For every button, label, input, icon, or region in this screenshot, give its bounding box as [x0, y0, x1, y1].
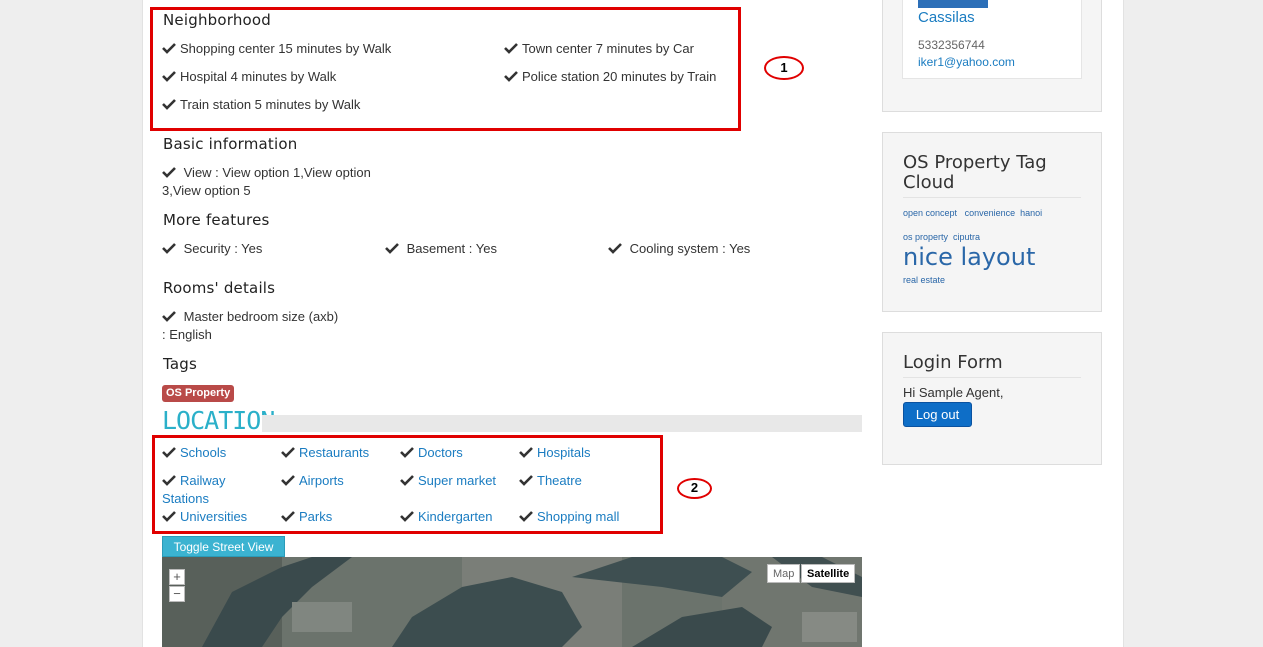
tags-heading: Tags — [163, 355, 198, 373]
room-detail-line: Master bedroom size (axb) — [162, 309, 338, 324]
rooms-details-heading: Rooms' details — [163, 279, 276, 297]
annotation-box-1 — [150, 7, 741, 131]
checkmark-icon — [162, 167, 176, 178]
feature-item: Security : Yes — [162, 241, 262, 256]
agent-email-link[interactable]: iker1@yahoo.com — [918, 55, 1015, 69]
tag-cloud-title: OS Property Tag Cloud — [903, 152, 1047, 193]
tag-os-property[interactable]: os property — [903, 232, 948, 242]
tag-nice-layout[interactable]: nice layout — [903, 243, 1035, 271]
view-option-line-2: 3,View option 5 — [162, 183, 251, 198]
zoom-in-button[interactable]: + — [169, 569, 185, 585]
checkmark-icon — [162, 243, 176, 254]
zoom-out-button[interactable]: − — [169, 586, 185, 602]
view-option-line: View : View option 1,View option — [162, 165, 371, 180]
location-heading: LOCATION — [162, 406, 275, 435]
tag-cloud-panel: OS Property Tag Cloud open concept conve… — [882, 132, 1102, 312]
tag-convenience[interactable]: convenience — [965, 208, 1016, 218]
map-type-satellite-button[interactable]: Satellite — [801, 564, 856, 583]
tag-hanoi[interactable]: hanoi — [1020, 208, 1042, 218]
login-form-title: Login Form — [903, 352, 1003, 373]
tag-cloud-row-2: os property ciputra — [903, 232, 980, 242]
location-heading-bar — [262, 415, 862, 432]
logout-button[interactable]: Log out — [903, 402, 972, 427]
tag-open-concept[interactable]: open concept — [903, 208, 957, 218]
feature-item: Cooling system : Yes — [608, 241, 750, 256]
basic-information-heading: Basic information — [163, 135, 298, 153]
toggle-street-view-button[interactable]: Toggle Street View — [162, 536, 285, 557]
login-greeting: Hi Sample Agent, — [903, 385, 1004, 400]
checkmark-icon — [162, 311, 176, 322]
more-features-heading: More features — [163, 211, 270, 229]
agent-panel: Cassilas 5332356744 iker1@yahoo.com — [882, 0, 1102, 112]
agent-name-link[interactable]: Cassilas — [918, 9, 975, 26]
tag-cloud-row-1: open concept convenience hanoi — [903, 208, 1042, 218]
tag-cloud-row-3: nice layout — [903, 243, 1035, 271]
annotation-box-2 — [152, 435, 663, 534]
room-detail-line-2: : English — [162, 327, 212, 342]
feature-item: Basement : Yes — [385, 241, 497, 256]
satellite-map[interactable]: + − Map Satellite — [162, 557, 862, 647]
map-type-map-button[interactable]: Map — [767, 564, 801, 583]
tag-cloud-divider — [903, 197, 1081, 198]
annotation-number-2: 2 — [677, 478, 712, 499]
login-form-panel: Login Form Hi Sample Agent, Log out — [882, 332, 1102, 465]
tag-cloud-row-4: real estate — [903, 275, 945, 285]
tag-real-estate[interactable]: real estate — [903, 275, 945, 285]
agent-phone: 5332356744 — [918, 38, 985, 52]
login-form-divider — [903, 377, 1081, 378]
satellite-imagery — [162, 557, 862, 647]
tag-ciputra[interactable]: ciputra — [953, 232, 980, 242]
agent-card: Cassilas 5332356744 iker1@yahoo.com — [902, 0, 1082, 79]
checkmark-icon — [385, 243, 399, 254]
agent-photo — [918, 0, 988, 8]
checkmark-icon — [608, 243, 622, 254]
annotation-number-1: 1 — [764, 56, 804, 80]
tag-badge[interactable]: OS Property — [162, 385, 235, 402]
